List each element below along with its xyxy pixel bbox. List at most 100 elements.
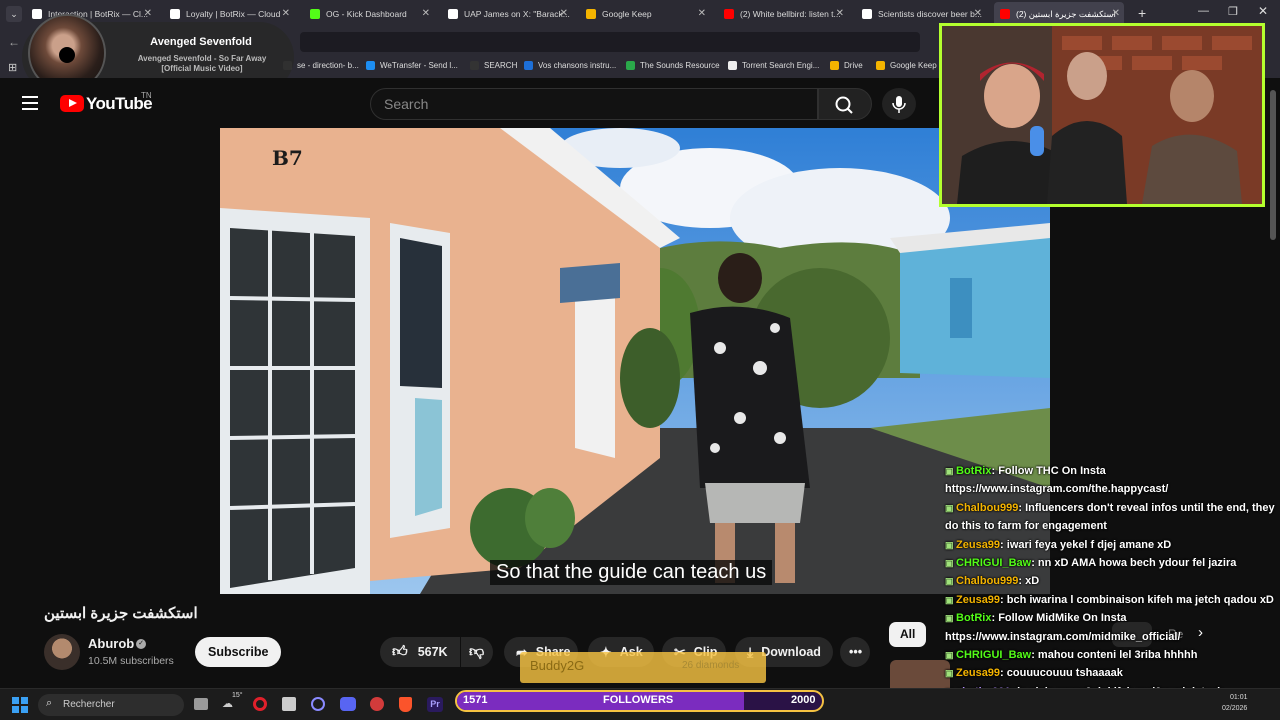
donation-alert: Buddy2G 26 diamonds [520,652,766,683]
chat-username[interactable]: Chalbou999 [956,502,1018,514]
taskbar-search[interactable]: ⌕ Rechercher [38,694,184,716]
bookmark-item[interactable]: se - direction- b... [283,61,359,70]
search-input[interactable]: Search [370,88,818,120]
minimize-button[interactable]: — [1198,5,1209,17]
bookmark-label: Torrent Search Engi... [742,61,820,70]
bookmark-item[interactable]: Drive [830,61,863,70]
bookmark-item[interactable]: Vos chansons instru... [524,61,616,70]
chat-username[interactable]: CHRIGUI_Baw [956,649,1031,661]
bookmark-item[interactable]: The Sounds Resource [626,61,720,70]
browser-tab[interactable]: Google Keep ✕ [580,2,710,26]
video-player[interactable]: B7 [220,128,1050,594]
channel-name[interactable]: Aburob [88,636,134,651]
bookmark-label: Drive [844,61,863,70]
tab-title: UAP James on X: "Barack... [464,9,570,19]
browser-tab[interactable]: UAP James on X: "Barack... ✕ [442,2,572,26]
chat-username[interactable]: Zeusa99 [956,594,1000,606]
tab-close-icon[interactable]: ✕ [144,8,152,19]
opera-icon[interactable] [253,697,267,711]
maximize-button[interactable]: ❐ [1228,5,1238,18]
chat-message: ▣ Zeusa99: iwari feya yekel f djej amane… [945,536,1275,554]
follower-goal: 2000 [791,694,816,706]
windows-start-icon[interactable] [12,697,28,713]
page-scrollbar[interactable] [1270,90,1276,240]
chat-badge-icon: ▣ [945,539,957,550]
channel-avatar[interactable] [44,634,80,670]
app-icon-2[interactable] [370,697,384,711]
premiere-icon[interactable]: Pr [427,697,443,712]
tab-close-icon[interactable]: ✕ [282,8,290,19]
bookmark-item[interactable]: SEARCH [470,61,517,70]
like-button[interactable]: 👍︎ 567K [380,637,460,667]
video-frame [220,128,1050,594]
search-button[interactable] [818,88,872,120]
tab-close-icon[interactable]: ✕ [974,8,982,19]
explorer-icon[interactable] [282,697,296,711]
chat-username[interactable]: Chalbou999 [956,575,1018,587]
stream-chat: ▣ BotRix: Follow THC On Insta https://ww… [945,462,1275,701]
discord-icon[interactable] [340,697,356,711]
tab-close-icon[interactable]: ✕ [698,8,706,19]
more-dots-icon: ••• [849,645,863,659]
subscriber-count: 10.5M subscribers [88,655,174,667]
bookmark-favicon-icon [728,61,737,70]
brave-icon[interactable] [399,697,412,712]
voice-search-button[interactable] [882,88,916,120]
more-actions-button[interactable]: ••• [840,637,870,667]
chat-message: ▣ Chalbou999: xD [945,572,1275,590]
tab-close-icon[interactable]: ✕ [422,8,430,19]
close-window-button[interactable]: ✕ [1258,4,1268,18]
chat-username[interactable]: Zeusa99 [956,667,1000,679]
chat-username[interactable]: BotRix [956,465,991,477]
apps-grid-icon[interactable]: ⊞ [8,61,17,74]
tab-favicon-icon [32,9,42,19]
bookmark-item[interactable]: Google Keep [876,61,937,70]
video-caption: So that the guide can teach us [490,560,773,585]
now-playing-artist: Avenged Sevenfold [150,36,252,48]
chat-badge-icon: ▣ [945,558,957,569]
chat-badge-icon: ▣ [945,650,957,661]
bookmark-label: se - direction- b... [297,61,359,70]
back-arrow-icon[interactable]: ← [8,35,20,49]
tab-favicon-icon [586,9,596,19]
recommended-thumbnail[interactable] [890,660,950,688]
taskbar-search-placeholder: Rechercher [63,699,115,710]
tab-list-button[interactable]: ⌄ [6,6,22,22]
url-field[interactable] [300,32,920,52]
chip-all[interactable]: All [889,622,927,647]
tab-close-icon[interactable]: ✕ [560,8,568,19]
chat-badge-icon: ▣ [945,502,957,513]
bookmark-favicon-icon [626,61,635,70]
disc-hole-icon [59,47,75,63]
now-playing-title: Avenged Sevenfold - So Far Away [Officia… [137,54,267,73]
bookmark-item[interactable]: Torrent Search Engi... [728,61,819,70]
tab-title: Loyalty | BotRix — Cloud [186,9,281,19]
chat-badge-icon: ▣ [945,594,957,605]
video-title: استكشفت جزيرة ابستين [44,605,198,622]
browser-tab[interactable]: OG - Kick Dashboard ✕ [304,2,434,26]
weather-temp: 15° [232,692,243,699]
taskbar-search-icon: ⌕ [46,697,53,709]
chat-text: : bch iwarina l combinaison kifeh ma jet… [1000,593,1274,606]
chat-message: ▣ BotRix: Follow MidMike On Insta https:… [945,609,1275,646]
chat-text: : nn xD AMA howa bech ydour fel jazira [1031,557,1237,570]
bookmark-item[interactable]: WeTransfer - Send l... [366,61,458,70]
chat-message: ▣ Zeusa99: couuucouuu tshaaaak [945,664,1275,682]
app-icon-1[interactable] [311,697,325,711]
follower-goal-fill [457,692,744,710]
youtube-logo-icon[interactable] [60,95,84,112]
task-view-icon[interactable] [194,698,208,710]
subscribe-button[interactable]: Subscribe [195,637,282,667]
search-icon [835,96,853,114]
tab-close-icon[interactable]: ✕ [1112,8,1120,19]
browser-tab[interactable]: (2) White bellbird: listen t... ✕ [718,2,848,26]
chat-username[interactable]: CHRIGUI_Baw [956,557,1031,569]
chat-username[interactable]: Zeusa99 [956,539,1000,551]
dislike-button[interactable]: 👎︎ [461,637,493,667]
hamburger-menu-icon[interactable] [22,96,38,110]
webcam-overlay [939,23,1265,207]
new-tab-button[interactable]: + [1138,5,1146,21]
chat-username[interactable]: BotRix [956,612,991,624]
tab-favicon-icon [170,9,180,19]
tab-close-icon[interactable]: ✕ [836,8,844,19]
